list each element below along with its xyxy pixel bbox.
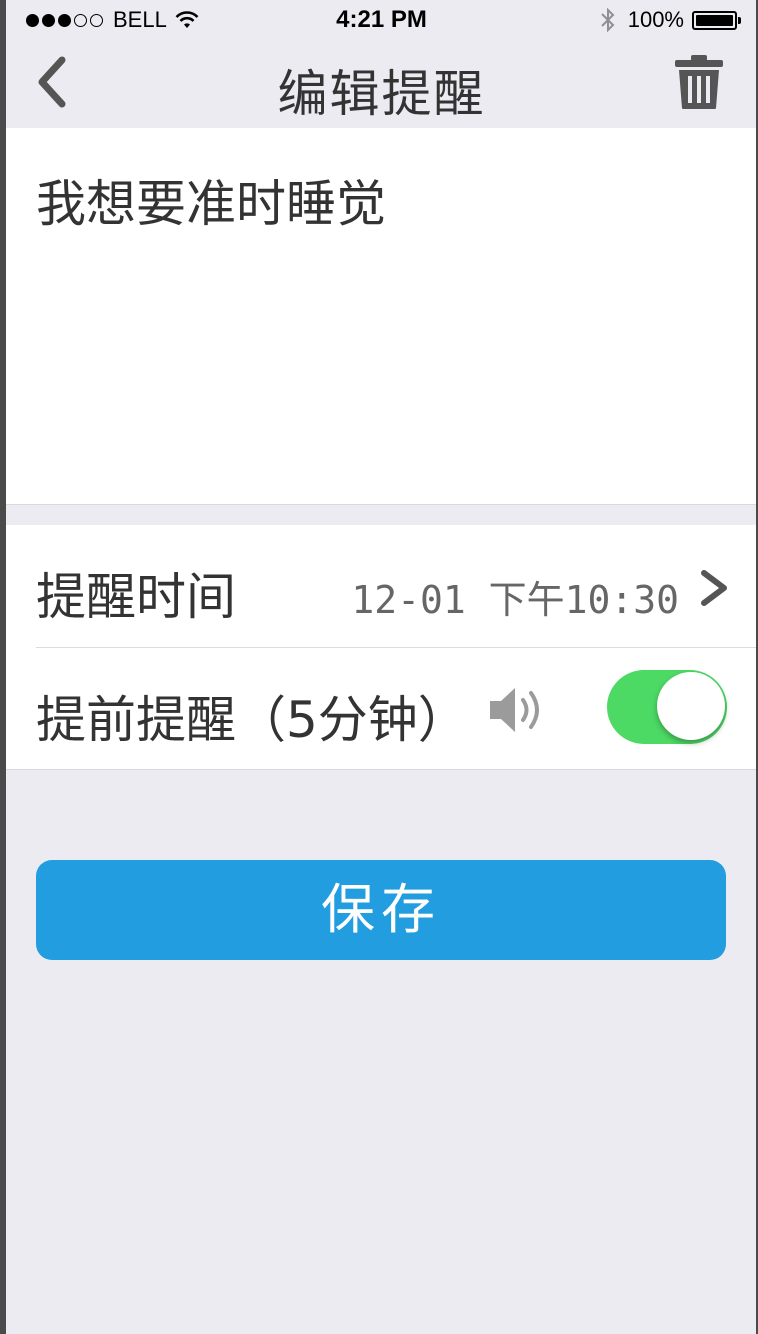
advance-remind-row: 提前提醒（5分钟） — [6, 648, 757, 770]
remind-time-row[interactable]: 提醒时间 12-01 下午10:30 — [6, 525, 757, 648]
battery-percent: 100% — [627, 7, 684, 32]
note-text[interactable]: 我想要准时睡觉 — [36, 164, 386, 236]
settings-group: 提醒时间 12-01 下午10:30 提前提醒（5分钟） — [6, 525, 757, 770]
advance-remind-label: 提前提醒（5分钟） — [36, 691, 468, 749]
screen-edge — [756, 0, 757, 1334]
trash-icon[interactable] — [673, 54, 725, 110]
advance-remind-toggle[interactable] — [607, 670, 727, 744]
battery-icon — [692, 10, 741, 30]
remind-time-label: 提醒时间 — [36, 568, 236, 626]
page-title: 编辑提醒 — [277, 65, 486, 123]
save-button[interactable]: 保存 — [36, 860, 726, 960]
nav-bar: 编辑提醒 — [6, 40, 757, 128]
divider — [6, 504, 757, 505]
toggle-knob — [657, 672, 725, 740]
remind-time-value: 12-01 下午10:30 — [351, 578, 679, 622]
speaker-icon — [490, 688, 539, 732]
phone-screen: BELL 4:21 PM 100% 编辑提醒 我想要准时睡觉 提醒时间 12-0… — [6, 0, 757, 1334]
note-textarea[interactable]: 我想要准时睡觉 — [6, 128, 757, 504]
bluetooth-icon — [601, 7, 615, 33]
status-bar: BELL 4:21 PM 100% — [6, 0, 757, 40]
chevron-right-icon — [701, 570, 727, 606]
status-right: 100% — [600, 7, 741, 33]
